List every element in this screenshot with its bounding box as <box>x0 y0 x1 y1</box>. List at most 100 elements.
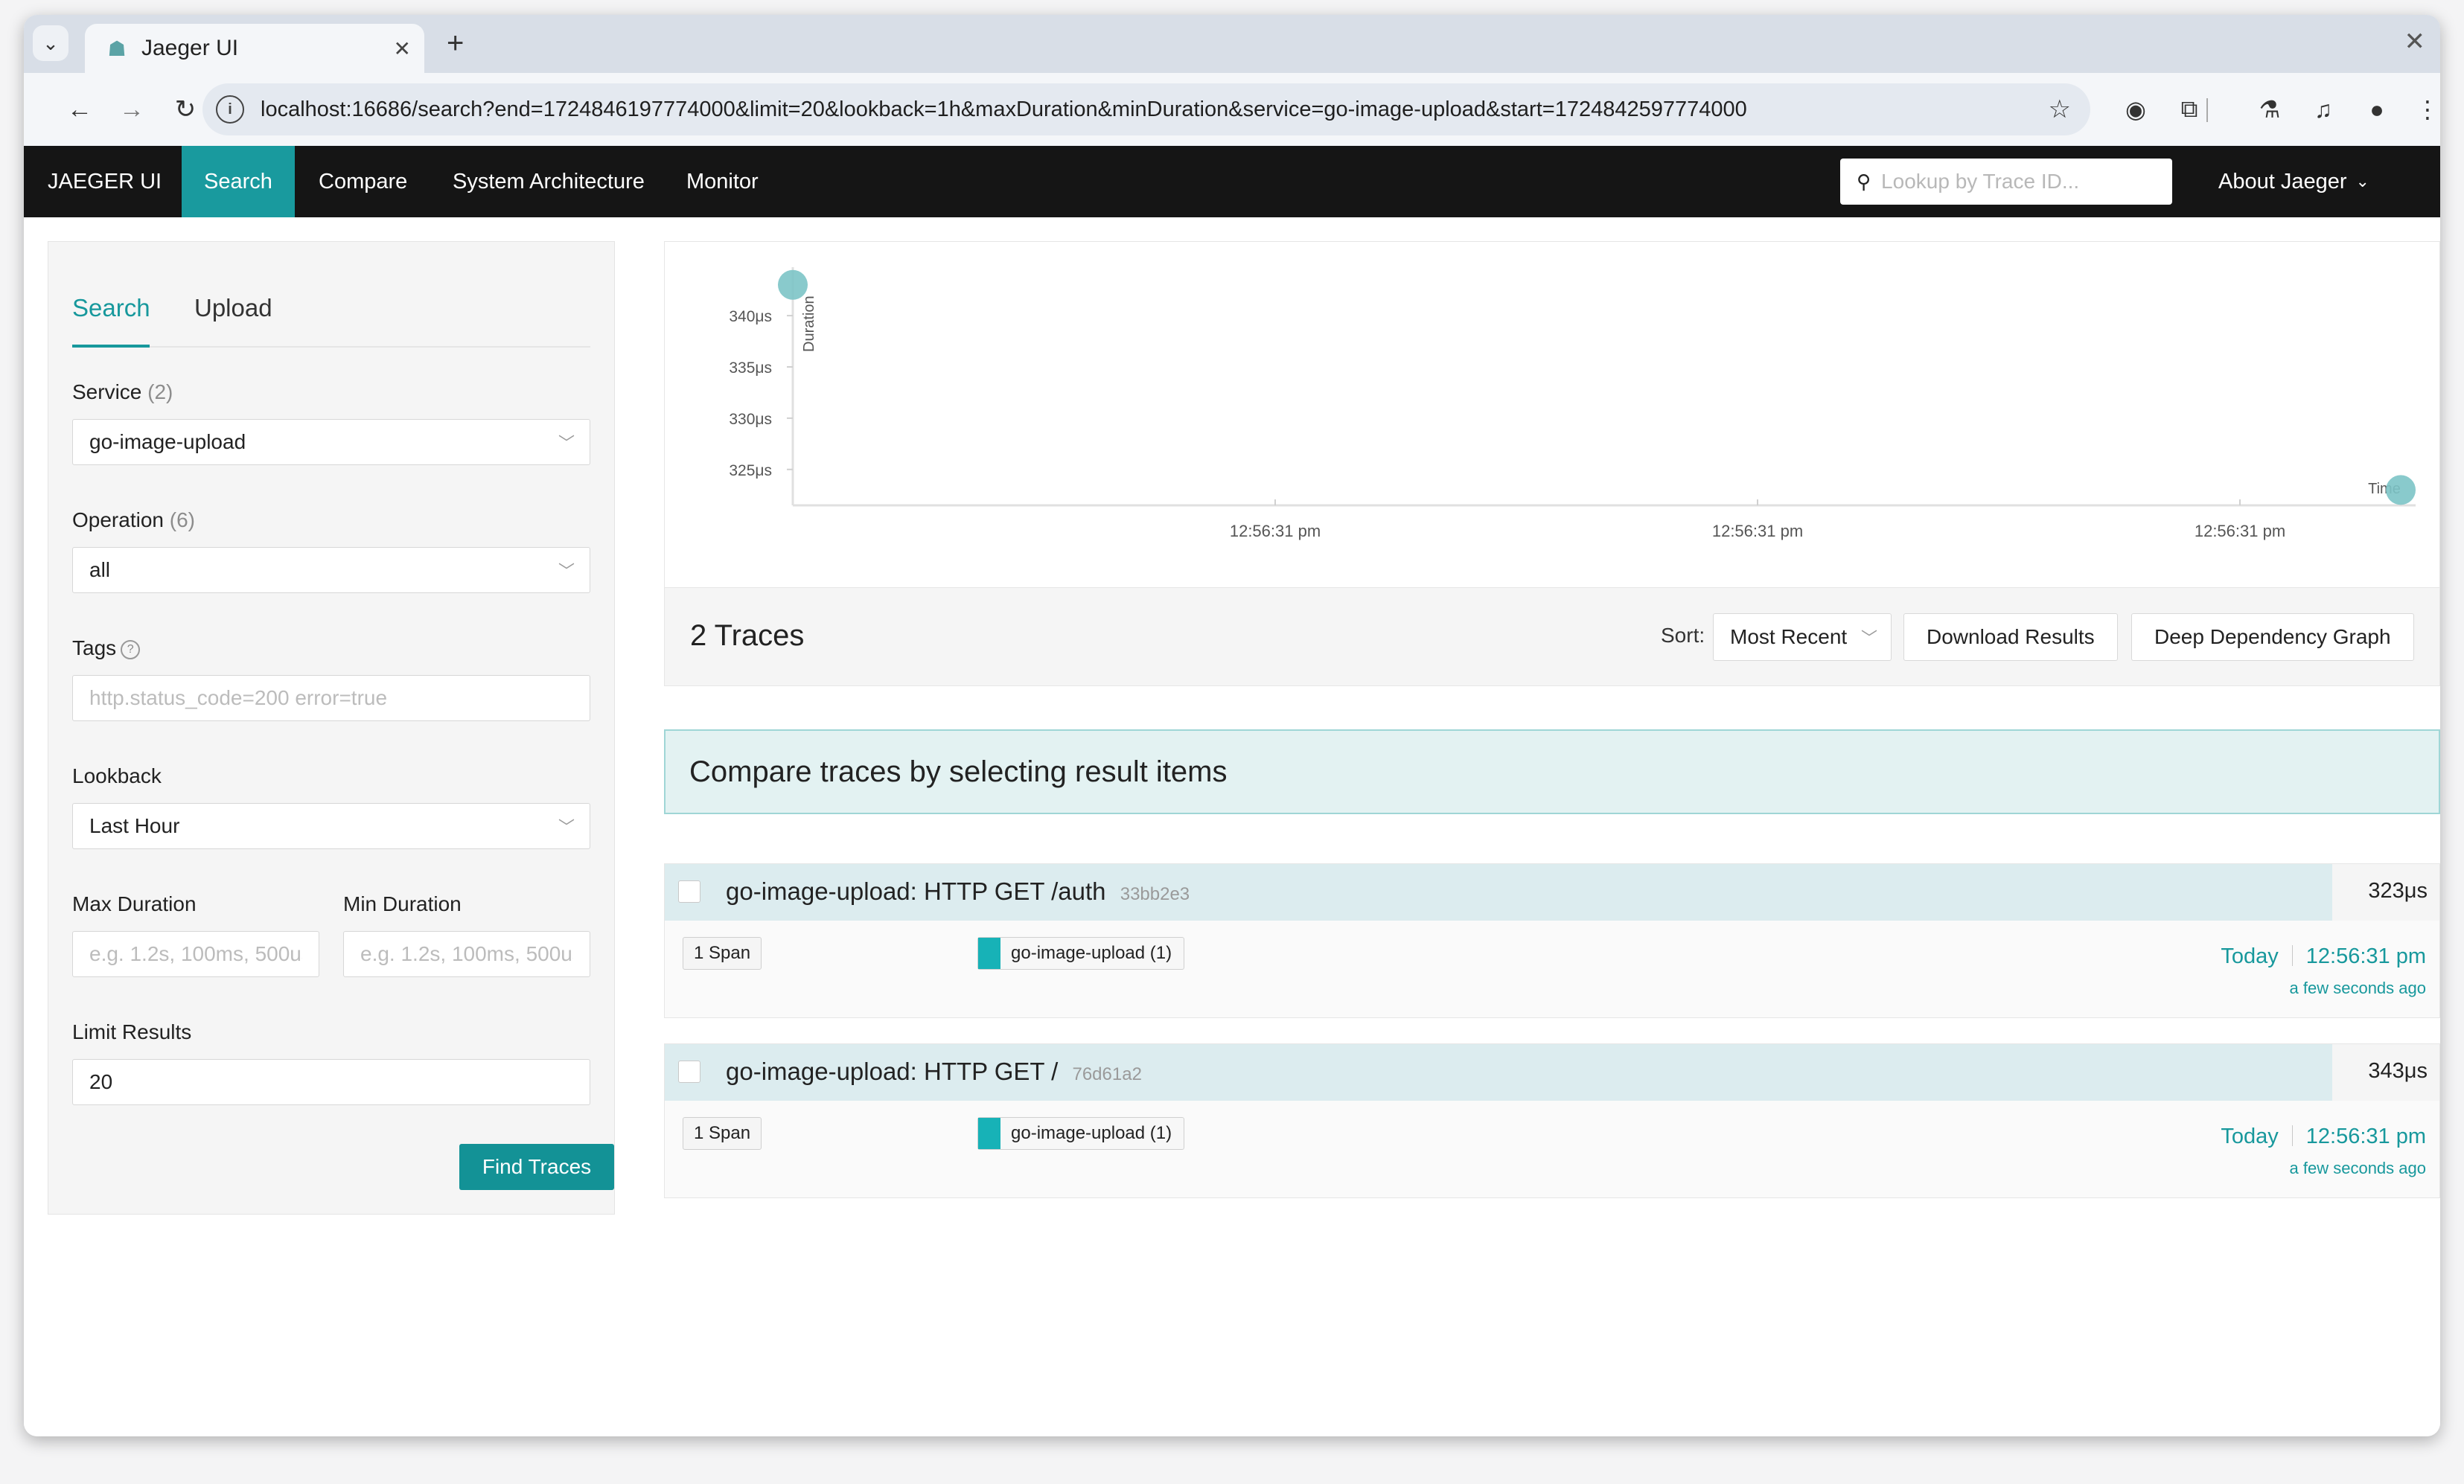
trace-point <box>778 269 808 300</box>
trace-timestamp: Today 12:56:31 pm <box>2221 1125 2426 1148</box>
search-form-panel: Search Upload Service (2) go-image-uploa… <box>48 241 615 1215</box>
y-tick-label: 330μs <box>729 411 772 428</box>
chevron-down-icon: ﹀ <box>558 434 575 452</box>
reload-icon[interactable]: ↻ <box>167 91 204 128</box>
nav-monitor[interactable]: Monitor <box>686 146 759 217</box>
chevron-down-icon: ﹀ <box>1860 629 1877 647</box>
deep-dependency-graph-button[interactable]: Deep Dependency Graph <box>2131 613 2414 661</box>
span-count-badge: 1 Span <box>683 1117 762 1150</box>
browser-window: ⌄ ☗ Jaeger UI ✕ + ✕ ← → ↻ i localhost:16… <box>24 15 2440 1436</box>
page-content: Search Upload Service (2) go-image-uploa… <box>24 217 2440 1436</box>
media-control-icon[interactable]: ♫ <box>2306 92 2340 127</box>
trace-point <box>2386 475 2416 505</box>
tab-title: Jaeger UI <box>141 36 239 60</box>
trace-name[interactable]: go-image-upload: HTTP GET /auth 33bb2e3 <box>726 877 1190 906</box>
search-form-tabs: Search Upload <box>72 287 590 348</box>
download-results-button[interactable]: Download Results <box>1903 613 2118 661</box>
compare-banner: Compare traces by selecting result items <box>664 729 2440 814</box>
service-color-swatch <box>978 938 1000 969</box>
find-traces-button[interactable]: Find Traces <box>459 1144 614 1190</box>
browser-tab[interactable]: ☗ Jaeger UI ✕ <box>85 24 424 73</box>
operation-select[interactable]: all ﹀ <box>72 547 590 593</box>
trace-relative-time: a few seconds ago <box>2289 1159 2426 1177</box>
bookmark-star-icon[interactable]: ☆ <box>2049 95 2071 124</box>
span-count-badge: 1 Span <box>683 937 762 970</box>
tab-strip: ⌄ ☗ Jaeger UI ✕ + ✕ <box>24 15 2440 73</box>
x-tick-label: 12:56:31 pm <box>1230 522 1321 540</box>
trace-select-checkbox[interactable] <box>678 1061 700 1083</box>
service-color-swatch <box>978 1118 1000 1149</box>
chevron-down-icon: ﹀ <box>558 562 575 581</box>
nav-search[interactable]: Search <box>182 146 295 217</box>
trace-id-lookup[interactable]: ⚲ <box>1840 159 2172 205</box>
scatter-plot-svg: 325μs 330μs 335μs 340μs 12:56:31 pm 12:56:31 … <box>729 267 2416 540</box>
trace-result-item[interactable]: go-image-upload: HTTP GET /auth 33bb2e3 … <box>664 863 2440 1018</box>
site-info-icon[interactable]: i <box>216 95 244 124</box>
chevron-down-icon: ⌄ <box>2355 172 2369 191</box>
about-label: About Jaeger <box>2218 169 2347 194</box>
x-tick-label: 12:56:31 pm <box>2195 522 2285 540</box>
extension-icon[interactable]: ◉ <box>2119 92 2153 127</box>
sort-select[interactable]: Most Recent ﹀ <box>1713 613 1892 661</box>
brand-link[interactable]: JAEGER UI <box>48 146 162 217</box>
trace-name[interactable]: go-image-upload: HTTP GET / 76d61a2 <box>726 1058 1142 1086</box>
help-icon[interactable]: ? <box>121 640 141 659</box>
tab-close-icon[interactable]: ✕ <box>394 36 411 61</box>
window-close-icon[interactable]: ✕ <box>2404 27 2426 57</box>
forward-icon[interactable]: → <box>113 91 150 128</box>
min-duration-input[interactable] <box>343 931 590 977</box>
chevron-down-icon: ﹀ <box>558 818 575 837</box>
url-text[interactable]: localhost:16686/search?end=1724846197774… <box>261 97 2049 122</box>
trace-id-input[interactable] <box>1880 169 2166 194</box>
service-label: Service (2) <box>72 380 173 403</box>
trace-id: 33bb2e3 <box>1120 884 1190 904</box>
jaeger-favicon-icon: ☗ <box>107 36 127 60</box>
results-header: 2 Traces Sort: Most Recent ﹀ Download Re… <box>664 588 2440 686</box>
tab-upload[interactable]: Upload <box>194 294 272 322</box>
service-tag: go-image-upload (1) <box>977 1117 1185 1150</box>
trace-select-checkbox[interactable] <box>678 880 700 903</box>
kebab-menu-icon[interactable]: ⋮ <box>2410 92 2440 127</box>
duration-scatter-chart: 325μs 330μs 335μs 340μs 12:56:31 pm 12:56:31 … <box>664 241 2440 588</box>
trace-relative-time: a few seconds ago <box>2289 979 2426 997</box>
browser-toolbar: ← → ↻ i localhost:16686/search?end=17248… <box>24 73 2440 146</box>
y-tick-label: 340μs <box>729 308 772 325</box>
tab-search[interactable]: Search <box>72 294 150 322</box>
labs-flask-icon[interactable]: ⚗ <box>2253 92 2287 127</box>
x-tick-label: 12:56:31 pm <box>1712 522 1803 540</box>
y-tick-label: 335μs <box>729 359 772 377</box>
service-select[interactable]: go-image-upload ﹀ <box>72 419 590 465</box>
tags-input[interactable] <box>72 675 590 721</box>
max-duration-label: Max Duration <box>72 892 197 915</box>
nav-system-architecture[interactable]: System Architecture <box>453 146 645 217</box>
trace-duration: 323μs <box>2368 879 2428 903</box>
limit-results-label: Limit Results <box>72 1020 192 1043</box>
nav-compare[interactable]: Compare <box>319 146 407 217</box>
y-tick-label: 325μs <box>729 462 772 479</box>
address-bar[interactable]: i localhost:16686/search?end=17248461977… <box>202 83 2090 135</box>
trace-timestamp: Today 12:56:31 pm <box>2221 944 2426 968</box>
about-jaeger-menu[interactable]: About Jaeger ⌄ <box>2218 146 2369 217</box>
puzzle-icon[interactable]: ⧉ <box>2172 92 2206 127</box>
trace-result-item[interactable]: go-image-upload: HTTP GET / 76d61a2 343μ… <box>664 1043 2440 1198</box>
new-tab-icon[interactable]: + <box>447 28 464 58</box>
back-icon[interactable]: ← <box>61 91 98 128</box>
tags-label: Tags? <box>72 636 141 660</box>
operation-label: Operation (6) <box>72 508 195 531</box>
lookback-label: Lookback <box>72 764 162 787</box>
traces-count: 2 Traces <box>690 619 805 652</box>
sort-label: Sort: <box>1661 624 1705 647</box>
tab-search-icon[interactable]: ⌄ <box>33 25 68 61</box>
search-icon: ⚲ <box>1857 170 1871 193</box>
lookback-select[interactable]: Last Hour ﹀ <box>72 803 590 849</box>
profile-icon[interactable]: ● <box>2360 92 2394 127</box>
trace-duration: 343μs <box>2368 1059 2428 1083</box>
active-tab-indicator <box>72 345 150 348</box>
trace-id: 76d61a2 <box>1072 1064 1142 1084</box>
y-axis-label: Duration <box>801 295 817 352</box>
service-tag: go-image-upload (1) <box>977 937 1185 970</box>
min-duration-label: Min Duration <box>343 892 462 915</box>
max-duration-input[interactable] <box>72 931 319 977</box>
toolbar-divider <box>2206 98 2208 122</box>
limit-results-input[interactable] <box>72 1059 590 1105</box>
